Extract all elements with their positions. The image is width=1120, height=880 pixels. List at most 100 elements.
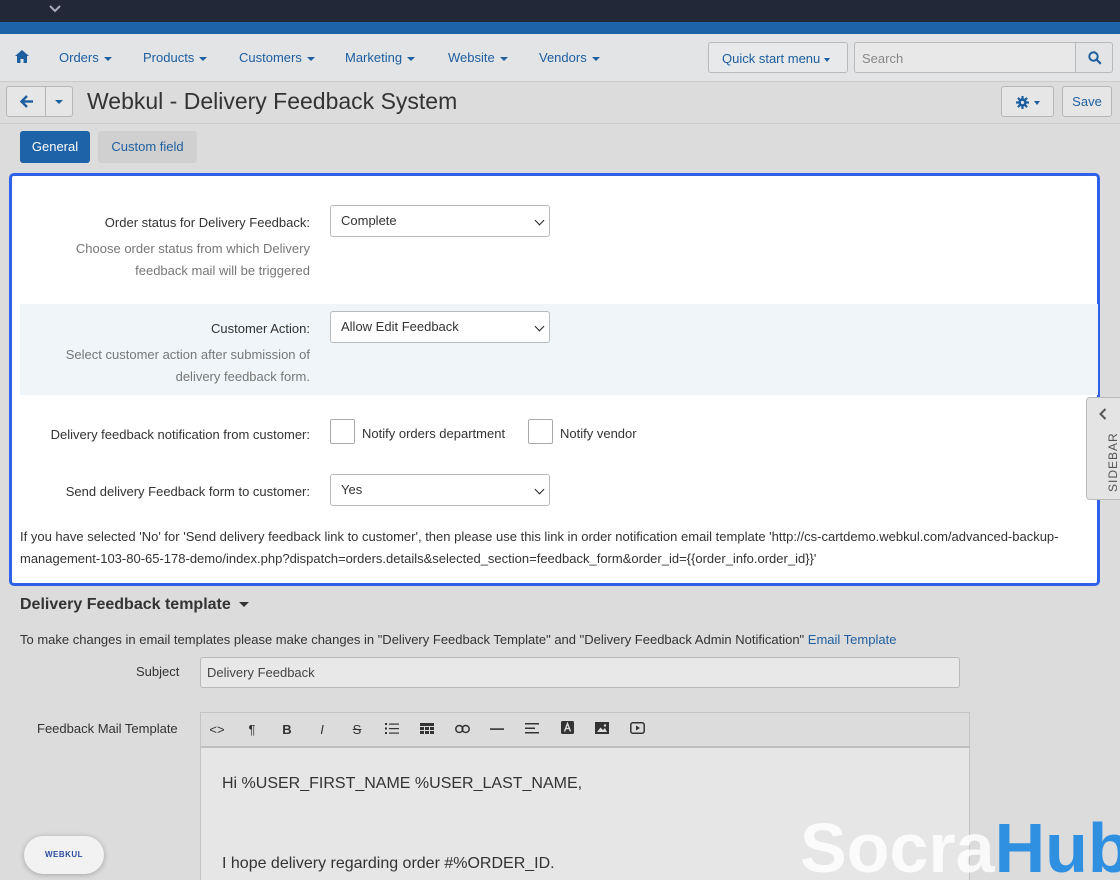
send-form-label: Send delivery Feedback form to customer:: [65, 484, 310, 499]
caret-down-icon: [1034, 101, 1040, 105]
nav-customers-label: Customers: [239, 50, 302, 65]
caret-down-icon: [103, 56, 112, 61]
notification-label: Delivery feedback notification from cust…: [50, 427, 310, 442]
customer-action-hint-line2: delivery feedback form.: [175, 369, 310, 384]
notify-orders-department-label[interactable]: Notify orders department: [362, 426, 505, 441]
subject-label: Subject: [136, 664, 180, 679]
quick-start-menu-button[interactable]: Quick start menu: [708, 42, 848, 73]
caret-down-icon: [407, 56, 416, 61]
order-status-select[interactable]: Complete: [330, 205, 550, 237]
order-status-label: Order status for Delivery Feedback:: [104, 215, 310, 230]
search-icon: [1088, 51, 1102, 65]
accent-bar: [0, 22, 1120, 34]
search-input[interactable]: Search: [854, 42, 1075, 73]
sidebar-label: SIDEBAR: [1106, 432, 1120, 492]
nav-orders[interactable]: Orders: [59, 50, 112, 65]
order-status-value: Complete: [341, 213, 397, 228]
template-heading[interactable]: Delivery Feedback template: [20, 596, 249, 614]
editor-toolbar: <> ¶ B I S: [200, 712, 970, 748]
caret-down-icon: [238, 602, 249, 608]
horizontal-rule-icon[interactable]: [487, 721, 507, 739]
watermark-part2: Hub: [994, 809, 1120, 880]
order-status-hint-line2: feedback mail will be triggered: [135, 263, 310, 278]
link-icon[interactable]: [452, 721, 472, 739]
template-description: To make changes in email templates pleas…: [20, 632, 896, 647]
nav-marketing[interactable]: Marketing: [345, 50, 416, 65]
nav-orders-label: Orders: [59, 50, 99, 65]
template-heading-text: Delivery Feedback template: [20, 596, 231, 613]
image-icon[interactable]: [592, 721, 612, 739]
back-button[interactable]: [6, 86, 46, 117]
nav-website-label: Website: [448, 50, 495, 65]
customer-action-hint: Select customer action after submission …: [66, 344, 310, 388]
italic-button[interactable]: I: [312, 721, 332, 739]
nav-products-label: Products: [143, 50, 195, 65]
notify-orders-department-checkbox[interactable]: [330, 419, 355, 444]
link-note-line1: If you have selected 'No' for 'Send deli…: [20, 529, 1059, 544]
customer-action-hint-line1: Select customer action after submission …: [65, 347, 310, 362]
chevron-left-icon: [1099, 408, 1107, 420]
code-view-button[interactable]: <>: [207, 721, 227, 739]
caret-down-icon: [591, 56, 600, 61]
send-form-value: Yes: [341, 482, 363, 497]
socrahub-watermark: SocraHub: [800, 808, 1120, 880]
template-description-text: To make changes in email templates pleas…: [20, 632, 805, 647]
quick-start-label: Quick start menu: [722, 51, 821, 66]
arrow-left-icon: [20, 95, 33, 108]
nav-website[interactable]: Website: [448, 50, 508, 65]
home-icon[interactable]: [15, 50, 29, 63]
nav-customers[interactable]: Customers: [239, 50, 315, 65]
search-button[interactable]: [1075, 42, 1113, 73]
chevron-down-icon: [534, 484, 545, 495]
subject-input[interactable]: Delivery Feedback: [200, 657, 960, 688]
nav-vendors-label: Vendors: [539, 50, 587, 65]
webkul-logo-badge[interactable]: WEBKUL: [24, 836, 104, 874]
notify-vendor-checkbox[interactable]: [528, 419, 553, 444]
caret-down-icon: [824, 57, 831, 62]
editor-line-1: Hi %USER_FIRST_NAME %USER_LAST_NAME,: [222, 775, 583, 792]
paragraph-button[interactable]: ¶: [242, 721, 262, 739]
unordered-list-icon[interactable]: [382, 721, 402, 739]
settings-gear-button[interactable]: [1001, 86, 1054, 117]
video-icon[interactable]: [627, 721, 647, 739]
gear-icon: [1016, 96, 1029, 109]
nav-marketing-label: Marketing: [345, 50, 403, 65]
send-form-select[interactable]: Yes: [330, 474, 550, 506]
link-note: If you have selected 'No' for 'Send deli…: [20, 526, 1098, 570]
customer-action-value: Allow Edit Feedback: [341, 319, 459, 334]
table-icon[interactable]: [417, 721, 437, 739]
caret-down-icon: [499, 56, 508, 61]
align-left-icon[interactable]: [522, 721, 542, 739]
settings-panel: Order status for Delivery Feedback: Comp…: [9, 173, 1100, 586]
customer-action-label: Customer Action:: [211, 321, 310, 336]
back-dropdown-button[interactable]: [46, 86, 73, 117]
nav-vendors[interactable]: Vendors: [539, 50, 600, 65]
top-strip: [0, 0, 1120, 22]
page-title: Webkul - Delivery Feedback System: [87, 88, 458, 114]
chevron-down-icon[interactable]: [49, 3, 61, 17]
strikethrough-button[interactable]: S: [347, 721, 367, 739]
bold-button[interactable]: B: [277, 721, 297, 739]
save-button[interactable]: Save: [1062, 86, 1112, 117]
nav-products[interactable]: Products: [143, 50, 208, 65]
editor-line-2: I hope delivery regarding order #%ORDER_…: [222, 855, 555, 872]
caret-down-icon: [199, 56, 208, 61]
feedback-mail-template-label: Feedback Mail Template: [37, 721, 178, 736]
caret-down-icon: [306, 56, 315, 61]
title-bar: Webkul - Delivery Feedback System Save: [0, 82, 1120, 124]
customer-action-select[interactable]: Allow Edit Feedback: [330, 311, 550, 343]
caret-down-icon: [55, 100, 63, 104]
chevron-down-icon: [534, 215, 545, 226]
notify-vendor-label[interactable]: Notify vendor: [560, 426, 637, 441]
link-note-line2: management-103-80-65-178-demo/index.php?…: [20, 551, 817, 566]
font-color-icon[interactable]: [557, 721, 577, 739]
email-template-link[interactable]: Email Template: [808, 632, 897, 647]
order-status-hint-line1: Choose order status from which Delivery: [75, 241, 310, 256]
order-status-hint: Choose order status from which Delivery …: [76, 238, 310, 282]
main-navbar: Orders Products Customers Marketing Webs…: [0, 34, 1120, 82]
chevron-down-icon: [534, 321, 545, 332]
tab-general[interactable]: General: [20, 131, 90, 163]
sidebar-toggle[interactable]: SIDEBAR: [1086, 397, 1120, 500]
tab-custom-field[interactable]: Custom field: [98, 131, 197, 163]
watermark-part1: Socra: [800, 809, 995, 880]
